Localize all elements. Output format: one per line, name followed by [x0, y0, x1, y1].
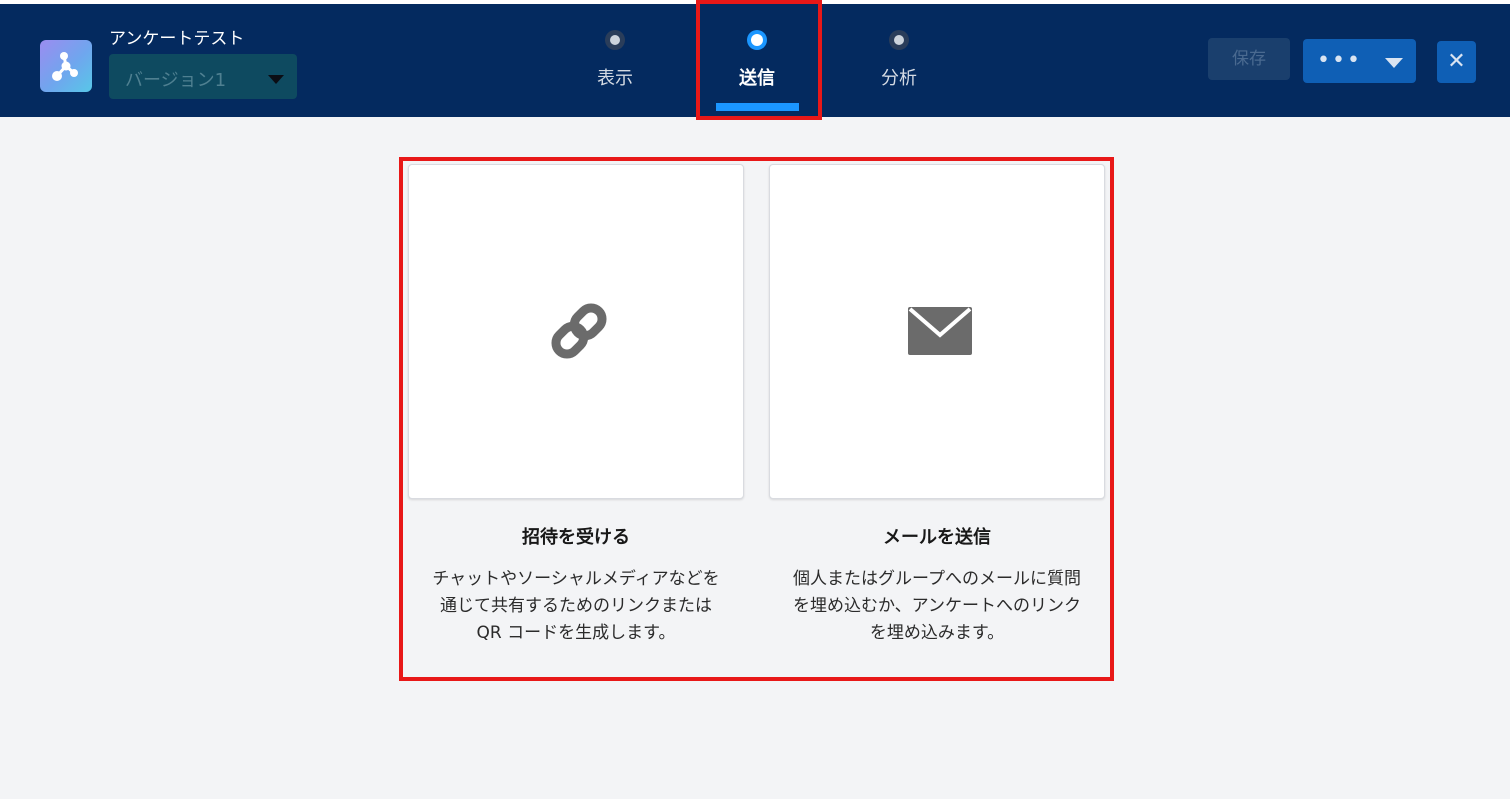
- save-button[interactable]: 保存: [1208, 38, 1290, 80]
- version-selected-value: バージョン1: [125, 70, 227, 91]
- tab-display[interactable]: 表示: [565, 4, 665, 94]
- chevron-down-icon: [1385, 58, 1403, 68]
- step-dot-icon: [605, 30, 625, 50]
- more-icon: •••: [1317, 48, 1362, 73]
- tab-label: 表示: [597, 68, 633, 89]
- version-dropdown[interactable]: バージョン1: [109, 54, 297, 99]
- more-actions-button[interactable]: •••: [1303, 39, 1416, 83]
- survey-app-icon: [40, 40, 92, 92]
- highlight-box-send-tab: [696, 0, 822, 120]
- chevron-down-icon: [268, 75, 284, 84]
- tab-analyze[interactable]: 分析: [849, 4, 949, 94]
- highlight-box-cards: [399, 157, 1114, 681]
- tab-label: 分析: [881, 68, 917, 89]
- close-button[interactable]: ✕: [1437, 41, 1476, 83]
- survey-title: アンケートテスト: [109, 29, 245, 49]
- step-dot-icon: [889, 30, 909, 50]
